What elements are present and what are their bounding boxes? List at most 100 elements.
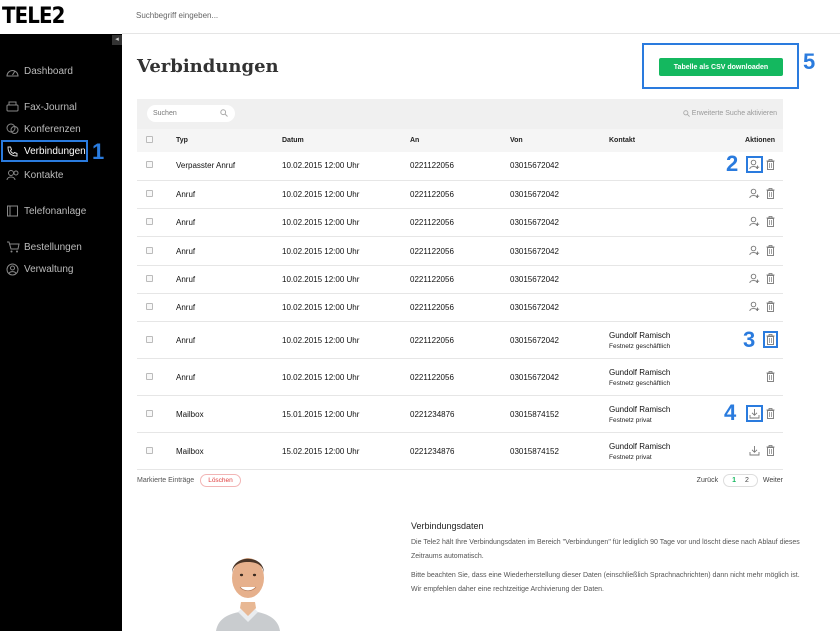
column-header-typ[interactable]: Typ <box>176 129 282 152</box>
add-contact-button[interactable] <box>749 216 760 227</box>
cart-icon <box>5 240 20 255</box>
contact-type: Festnetz privat <box>609 416 652 424</box>
select-all-checkbox-cell <box>137 129 176 152</box>
sidebar-item-verwaltung[interactable]: Verwaltung <box>0 258 122 280</box>
pagination-next[interactable]: Weiter <box>763 477 783 484</box>
add-contact-button[interactable] <box>749 245 760 256</box>
trash-button[interactable] <box>766 407 775 419</box>
row-checkbox[interactable] <box>146 409 153 417</box>
cell-aktionen <box>717 208 783 238</box>
sidebar-item-fax-journal[interactable]: Fax-Journal <box>0 96 122 118</box>
trash-button[interactable] <box>766 159 775 171</box>
sidebar-item-label: Konferenzen <box>24 123 81 135</box>
row-checkbox[interactable] <box>146 189 153 197</box>
sidebar-item-telefonanlage[interactable]: Telefonanlage <box>0 200 122 222</box>
cell-aktionen <box>717 265 783 294</box>
row-checkbox[interactable] <box>146 303 153 311</box>
advanced-search-link[interactable]: Erweiterte Suche aktivieren <box>683 110 777 117</box>
pagination: Zurück 1 2 Weiter <box>697 474 783 487</box>
row-checkbox-cell <box>137 358 176 397</box>
cell-aktionen <box>717 293 783 323</box>
cell-an: 0221234876 <box>410 432 510 471</box>
collapse-sidebar-icon[interactable]: ◂ <box>112 35 122 45</box>
download-icon <box>749 408 760 419</box>
cell-datum: 10.02.2015 12:00 Uhr <box>282 358 410 397</box>
cell-typ: Mailbox <box>176 395 282 434</box>
trash-button[interactable] <box>766 272 775 284</box>
tele2-logo[interactable]: TELE2 <box>2 4 65 29</box>
sidebar-item-konferenzen[interactable]: Konferenzen <box>0 118 122 140</box>
table-row[interactable]: Anruf 10.02.2015 12:00 Uhr 0221122056 03015… <box>137 265 783 294</box>
cell-kontakt <box>609 236 717 266</box>
cell-an: 0221122056 <box>410 358 510 397</box>
table-row[interactable]: Mailbox 15.02.2015 12:00 Uhr 0221234876 030… <box>137 432 783 471</box>
column-header-von[interactable]: Von <box>510 129 609 152</box>
row-checkbox[interactable] <box>146 161 153 169</box>
global-search-input[interactable]: Suchbegriff eingeben... <box>136 11 218 20</box>
column-header-kontakt[interactable]: Kontakt <box>609 129 717 152</box>
column-header-an[interactable]: An <box>410 129 510 152</box>
cell-von: 03015672042 <box>510 265 609 294</box>
row-checkbox[interactable] <box>146 335 153 343</box>
cell-datum: 10.02.2015 12:00 Uhr <box>282 152 410 181</box>
add-contact-button[interactable] <box>749 301 760 312</box>
sidebar-item-kontakte[interactable]: Kontakte <box>0 164 122 186</box>
pagination-back[interactable]: Zurück <box>697 477 718 484</box>
sidebar-item-dashboard[interactable]: Dashboard <box>0 60 122 82</box>
cell-typ: Anruf <box>176 236 282 266</box>
trash-button[interactable] <box>766 188 775 199</box>
cell-typ: Anruf <box>176 358 282 397</box>
sidebar-item-label: Dashboard <box>24 65 73 77</box>
table-row[interactable]: Mailbox 15.01.2015 12:00 Uhr 0221234876 030… <box>137 395 783 434</box>
download-button[interactable] <box>746 404 763 422</box>
contact-name[interactable]: Gundolf Ramisch <box>609 331 717 340</box>
cell-kontakt: Gundolf Ramisch Festnetz privat <box>609 395 717 434</box>
table-row[interactable]: Verpasster Anruf 10.02.2015 12:00 Uhr 0221… <box>137 152 783 181</box>
table-row[interactable]: Anruf 10.02.2015 12:00 Uhr 0221122056 03015… <box>137 180 783 210</box>
select-all-checkbox[interactable] <box>146 136 153 143</box>
trash-button[interactable] <box>766 301 775 313</box>
table-row[interactable]: Anruf 10.02.2015 12:00 Uhr 0221122056 03015… <box>137 293 783 323</box>
add-contact-button[interactable] <box>746 156 763 174</box>
row-checkbox[interactable] <box>146 218 153 226</box>
sidebar-item-bestellungen[interactable]: Bestellungen <box>0 236 122 258</box>
trash-button[interactable] <box>766 444 775 456</box>
logo-area: TELE2 <box>0 0 122 34</box>
trash-icon <box>766 272 775 284</box>
row-checkbox[interactable] <box>146 274 153 282</box>
row-checkbox-cell <box>137 432 176 471</box>
table-row[interactable]: Anruf 10.02.2015 12:00 Uhr 0221122056 03015… <box>137 358 783 397</box>
row-checkbox[interactable] <box>146 372 153 380</box>
table-row[interactable]: Anruf 10.02.2015 12:00 Uhr 0221122056 03015… <box>137 208 783 238</box>
trash-button[interactable] <box>766 216 775 228</box>
info-paragraph-2: Bitte beachten Sie, dass eine Wiederhers… <box>411 572 800 593</box>
contact-name[interactable]: Gundolf Ramisch <box>609 368 717 377</box>
add-contact-button[interactable] <box>749 273 760 284</box>
contact-name[interactable]: Gundolf Ramisch <box>609 442 717 451</box>
trash-button[interactable] <box>763 330 778 348</box>
row-checkbox[interactable] <box>146 246 153 254</box>
row-checkbox[interactable] <box>146 446 153 454</box>
cell-aktionen <box>717 236 783 266</box>
column-header-datum[interactable]: Datum <box>282 129 410 152</box>
trash-button[interactable] <box>766 244 775 256</box>
page-2-link[interactable]: 2 <box>745 477 749 484</box>
cell-von: 03015672042 <box>510 180 609 210</box>
table-row[interactable]: Anruf 10.02.2015 12:00 Uhr 0221122056 03015… <box>137 236 783 266</box>
delete-selected-button[interactable]: Löschen <box>200 474 241 487</box>
page-1-link[interactable]: 1 <box>732 477 736 484</box>
cell-kontakt <box>609 180 717 210</box>
contact-name[interactable]: Gundolf Ramisch <box>609 405 717 414</box>
info-paragraph-1: Die Tele2 hält Ihre Verbindungsdaten im … <box>411 539 800 560</box>
add-contact-button[interactable] <box>749 188 760 199</box>
cell-datum: 10.02.2015 12:00 Uhr <box>282 208 410 238</box>
table-search-input[interactable]: Suchen <box>147 105 235 122</box>
download-button[interactable] <box>749 445 760 456</box>
trash-button[interactable] <box>766 370 775 382</box>
cell-an: 0221122056 <box>410 180 510 210</box>
csv-download-button[interactable]: Tabelle als CSV downloaden <box>659 58 783 76</box>
table-row[interactable]: Anruf 10.02.2015 12:00 Uhr 0221122056 03015… <box>137 321 783 360</box>
top-bar: Suchbegriff eingeben... <box>122 0 840 34</box>
cell-datum: 10.02.2015 12:00 Uhr <box>282 236 410 266</box>
cell-typ: Anruf <box>176 293 282 323</box>
